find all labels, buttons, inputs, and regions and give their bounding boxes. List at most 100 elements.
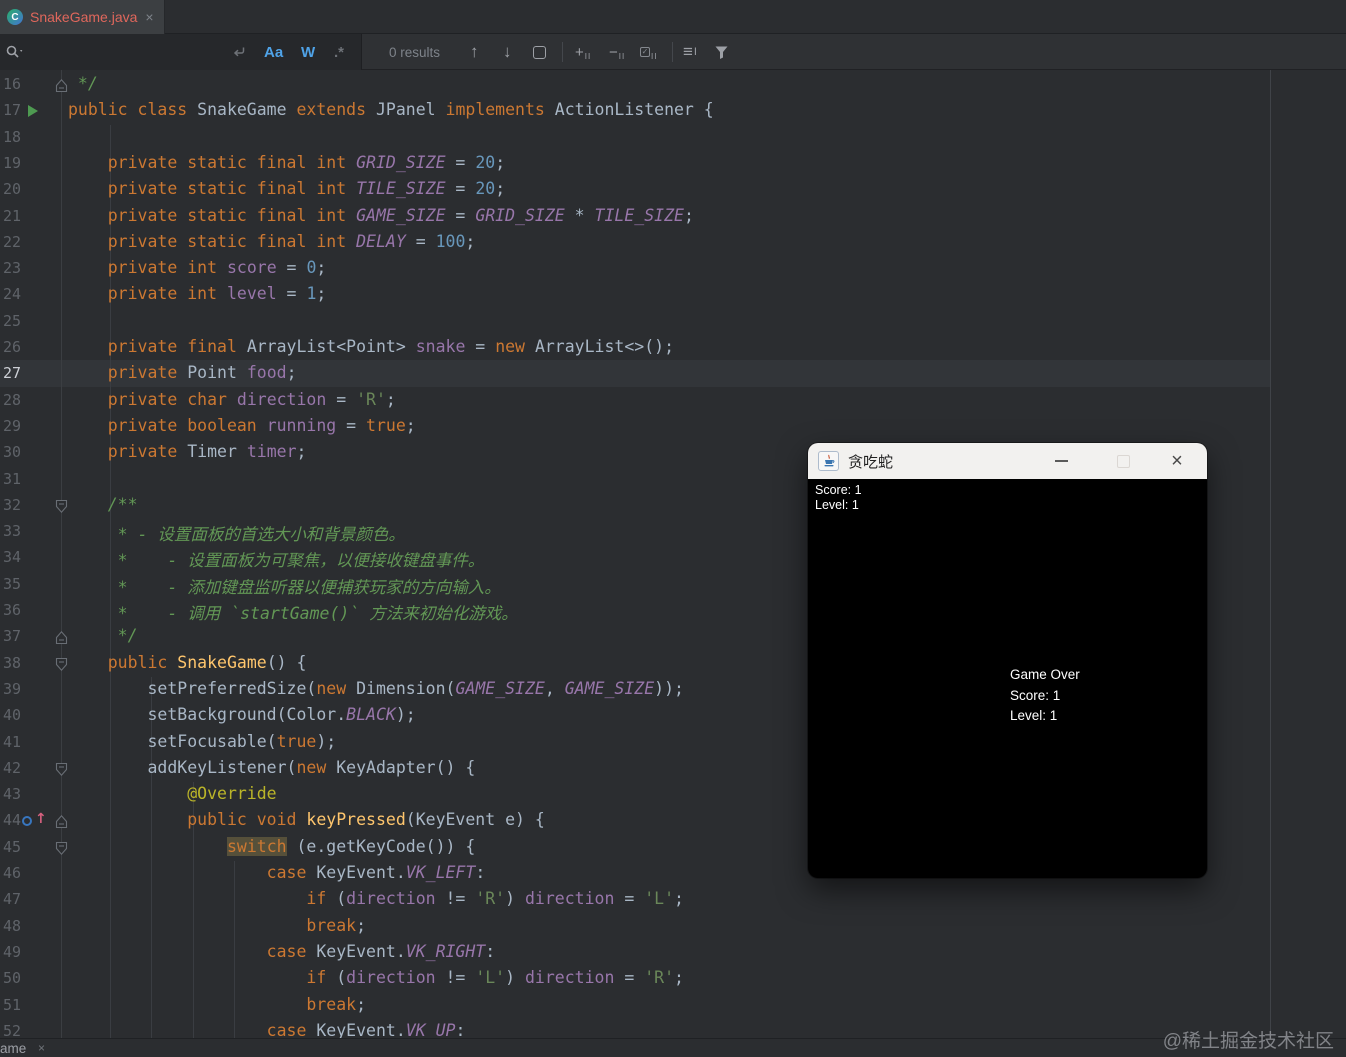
code-text: if (direction != 'L') direction = 'R'; bbox=[68, 968, 684, 987]
previous-occurrence-button[interactable]: ↑ bbox=[470, 34, 479, 70]
game-window-titlebar[interactable]: 贪吃蛇 × bbox=[808, 443, 1207, 479]
code-text: * - 调用 `startGame()` 方法来初始化游戏。 bbox=[68, 600, 518, 624]
code-line-23[interactable]: 23 private int score = 0; bbox=[0, 256, 1346, 282]
code-text: break; bbox=[68, 916, 366, 935]
code-text: private static final int DELAY = 100; bbox=[68, 232, 475, 251]
code-line-25[interactable]: 25 bbox=[0, 309, 1346, 335]
hud-level: Level: 1 bbox=[815, 498, 862, 513]
search-icon[interactable] bbox=[5, 34, 25, 70]
code-text: private static final int TILE_SIZE = 20; bbox=[68, 179, 505, 198]
overrides-arrow-icon: ↑ bbox=[35, 811, 47, 827]
code-line-17[interactable]: 17public class SnakeGame extends JPanel … bbox=[0, 98, 1346, 124]
minimize-button[interactable] bbox=[1048, 443, 1074, 479]
fold-marker-icon[interactable] bbox=[55, 657, 68, 676]
code-text: public class SnakeGame extends JPanel im… bbox=[68, 100, 714, 119]
search-input[interactable]: Aa W .* bbox=[0, 34, 362, 70]
code-line-20[interactable]: 20 private static final int TILE_SIZE = … bbox=[0, 177, 1346, 203]
code-line-16[interactable]: 16 */ bbox=[0, 72, 1346, 98]
code-text: case KeyEvent.VK_UP: bbox=[68, 1021, 465, 1038]
code-text: */ bbox=[68, 74, 98, 93]
line-number: 33 bbox=[3, 522, 43, 540]
code-line-51[interactable]: 51 break; bbox=[0, 993, 1346, 1019]
code-text: private Timer timer; bbox=[68, 442, 306, 461]
line-number: 42 bbox=[3, 759, 43, 777]
code-text: case KeyEvent.VK_LEFT: bbox=[68, 863, 485, 882]
line-number: 30 bbox=[3, 443, 43, 461]
fold-marker-icon[interactable] bbox=[55, 499, 68, 518]
code-line-18[interactable]: 18 bbox=[0, 125, 1346, 151]
tab-close-icon[interactable]: × bbox=[145, 9, 153, 25]
code-line-49[interactable]: 49 case KeyEvent.VK_RIGHT: bbox=[0, 940, 1346, 966]
code-text: setPreferredSize(new Dimension(GAME_SIZE… bbox=[68, 679, 684, 698]
code-line-26[interactable]: 26 private final ArrayList<Point> snake … bbox=[0, 335, 1346, 361]
code-text: private char direction = 'R'; bbox=[68, 390, 396, 409]
find-toolbar: Aa W .* 0 results ↑ ↓ +II −II ✓II ≡I bbox=[0, 34, 1346, 70]
fold-marker-icon[interactable] bbox=[55, 78, 68, 97]
code-text: * - 设置面板为可聚焦，以便接收键盘事件。 bbox=[68, 547, 484, 571]
regex-toggle[interactable]: .* bbox=[334, 34, 344, 70]
code-text: setFocusable(true); bbox=[68, 732, 336, 751]
fold-marker-icon[interactable] bbox=[55, 762, 68, 781]
line-number: 23 bbox=[3, 259, 43, 277]
line-number: 26 bbox=[3, 338, 43, 356]
code-line-21[interactable]: 21 private static final int GAME_SIZE = … bbox=[0, 204, 1346, 230]
line-number: 24 bbox=[3, 285, 43, 303]
code-line-28[interactable]: 28 private char direction = 'R'; bbox=[0, 388, 1346, 414]
match-case-toggle[interactable]: Aa bbox=[264, 34, 283, 70]
line-number: 31 bbox=[3, 470, 43, 488]
tab-snakegame-java[interactable]: C SnakeGame.java × bbox=[0, 0, 165, 34]
line-number: 21 bbox=[3, 207, 43, 225]
hud-score: Score: 1 bbox=[815, 483, 862, 498]
fold-marker-icon[interactable] bbox=[55, 630, 68, 649]
toolbar-divider bbox=[562, 42, 563, 62]
bottom-tab-game[interactable]: ame bbox=[0, 1041, 26, 1056]
next-occurrence-button[interactable]: ↓ bbox=[503, 34, 512, 70]
search-in-selection-icon[interactable]: ≡I bbox=[683, 34, 697, 70]
code-line-50[interactable]: 50 if (direction != 'L') direction = 'R'… bbox=[0, 966, 1346, 992]
bottom-tab-close-icon[interactable]: × bbox=[38, 1041, 45, 1055]
code-line-24[interactable]: 24 private int level = 1; bbox=[0, 282, 1346, 308]
close-button[interactable]: × bbox=[1164, 443, 1190, 479]
run-class-icon[interactable] bbox=[28, 105, 38, 117]
code-text: private final ArrayList<Point> snake = n… bbox=[68, 337, 674, 356]
fold-marker-icon[interactable] bbox=[55, 841, 68, 860]
line-number: 34 bbox=[3, 548, 43, 566]
remove-occurrence-icon[interactable]: −II bbox=[609, 34, 625, 70]
code-line-27[interactable]: 27 private Point food; bbox=[0, 361, 1346, 387]
line-number: 51 bbox=[3, 996, 43, 1014]
code-line-52[interactable]: 52 case KeyEvent.VK_UP: bbox=[0, 1019, 1346, 1038]
code-text: private static final int GAME_SIZE = GRI… bbox=[68, 206, 694, 225]
code-line-22[interactable]: 22 private static final int DELAY = 100; bbox=[0, 230, 1346, 256]
code-line-48[interactable]: 48 break; bbox=[0, 914, 1346, 940]
line-number: 27 bbox=[3, 364, 43, 382]
line-number: 49 bbox=[3, 943, 43, 961]
filter-icon[interactable] bbox=[714, 34, 729, 70]
select-all-occurrences-icon[interactable]: ✓II bbox=[640, 34, 657, 70]
line-number: 43 bbox=[3, 785, 43, 803]
code-line-47[interactable]: 47 if (direction != 'R') direction = 'L'… bbox=[0, 887, 1346, 913]
maximize-button[interactable] bbox=[1110, 443, 1136, 479]
game-hud: Score: 1 Level: 1 bbox=[815, 483, 862, 513]
line-number: 39 bbox=[3, 680, 43, 698]
code-text: @Override bbox=[68, 784, 277, 803]
editor-tab-bar: C SnakeGame.java × bbox=[0, 0, 1346, 34]
code-line-29[interactable]: 29 private boolean running = true; bbox=[0, 414, 1346, 440]
line-number: 52 bbox=[3, 1022, 43, 1038]
code-text: * - 设置面板的首选大小和背景颜色。 bbox=[68, 521, 405, 545]
line-number: 16 bbox=[3, 75, 43, 93]
code-text: * - 添加键盘监听器以便捕获玩家的方向输入。 bbox=[68, 574, 501, 598]
insert-newline-icon[interactable] bbox=[231, 34, 247, 70]
snake-game-window[interactable]: 贪吃蛇 × Score: 1 Level: 1 Game Over Score:… bbox=[808, 443, 1207, 878]
open-in-find-window-icon[interactable] bbox=[533, 34, 546, 70]
game-over-text: Game Over bbox=[1010, 667, 1080, 682]
code-text: break; bbox=[68, 995, 366, 1014]
line-number: 25 bbox=[3, 312, 43, 330]
code-text: private int score = 0; bbox=[68, 258, 326, 277]
whole-words-toggle[interactable]: W bbox=[301, 34, 315, 70]
add-occurrence-icon[interactable]: +II bbox=[575, 34, 591, 70]
line-number: 18 bbox=[3, 128, 43, 146]
code-line-19[interactable]: 19 private static final int GRID_SIZE = … bbox=[0, 151, 1346, 177]
line-number: 20 bbox=[3, 180, 43, 198]
fold-marker-icon[interactable] bbox=[55, 814, 68, 833]
line-number: 37 bbox=[3, 627, 43, 645]
